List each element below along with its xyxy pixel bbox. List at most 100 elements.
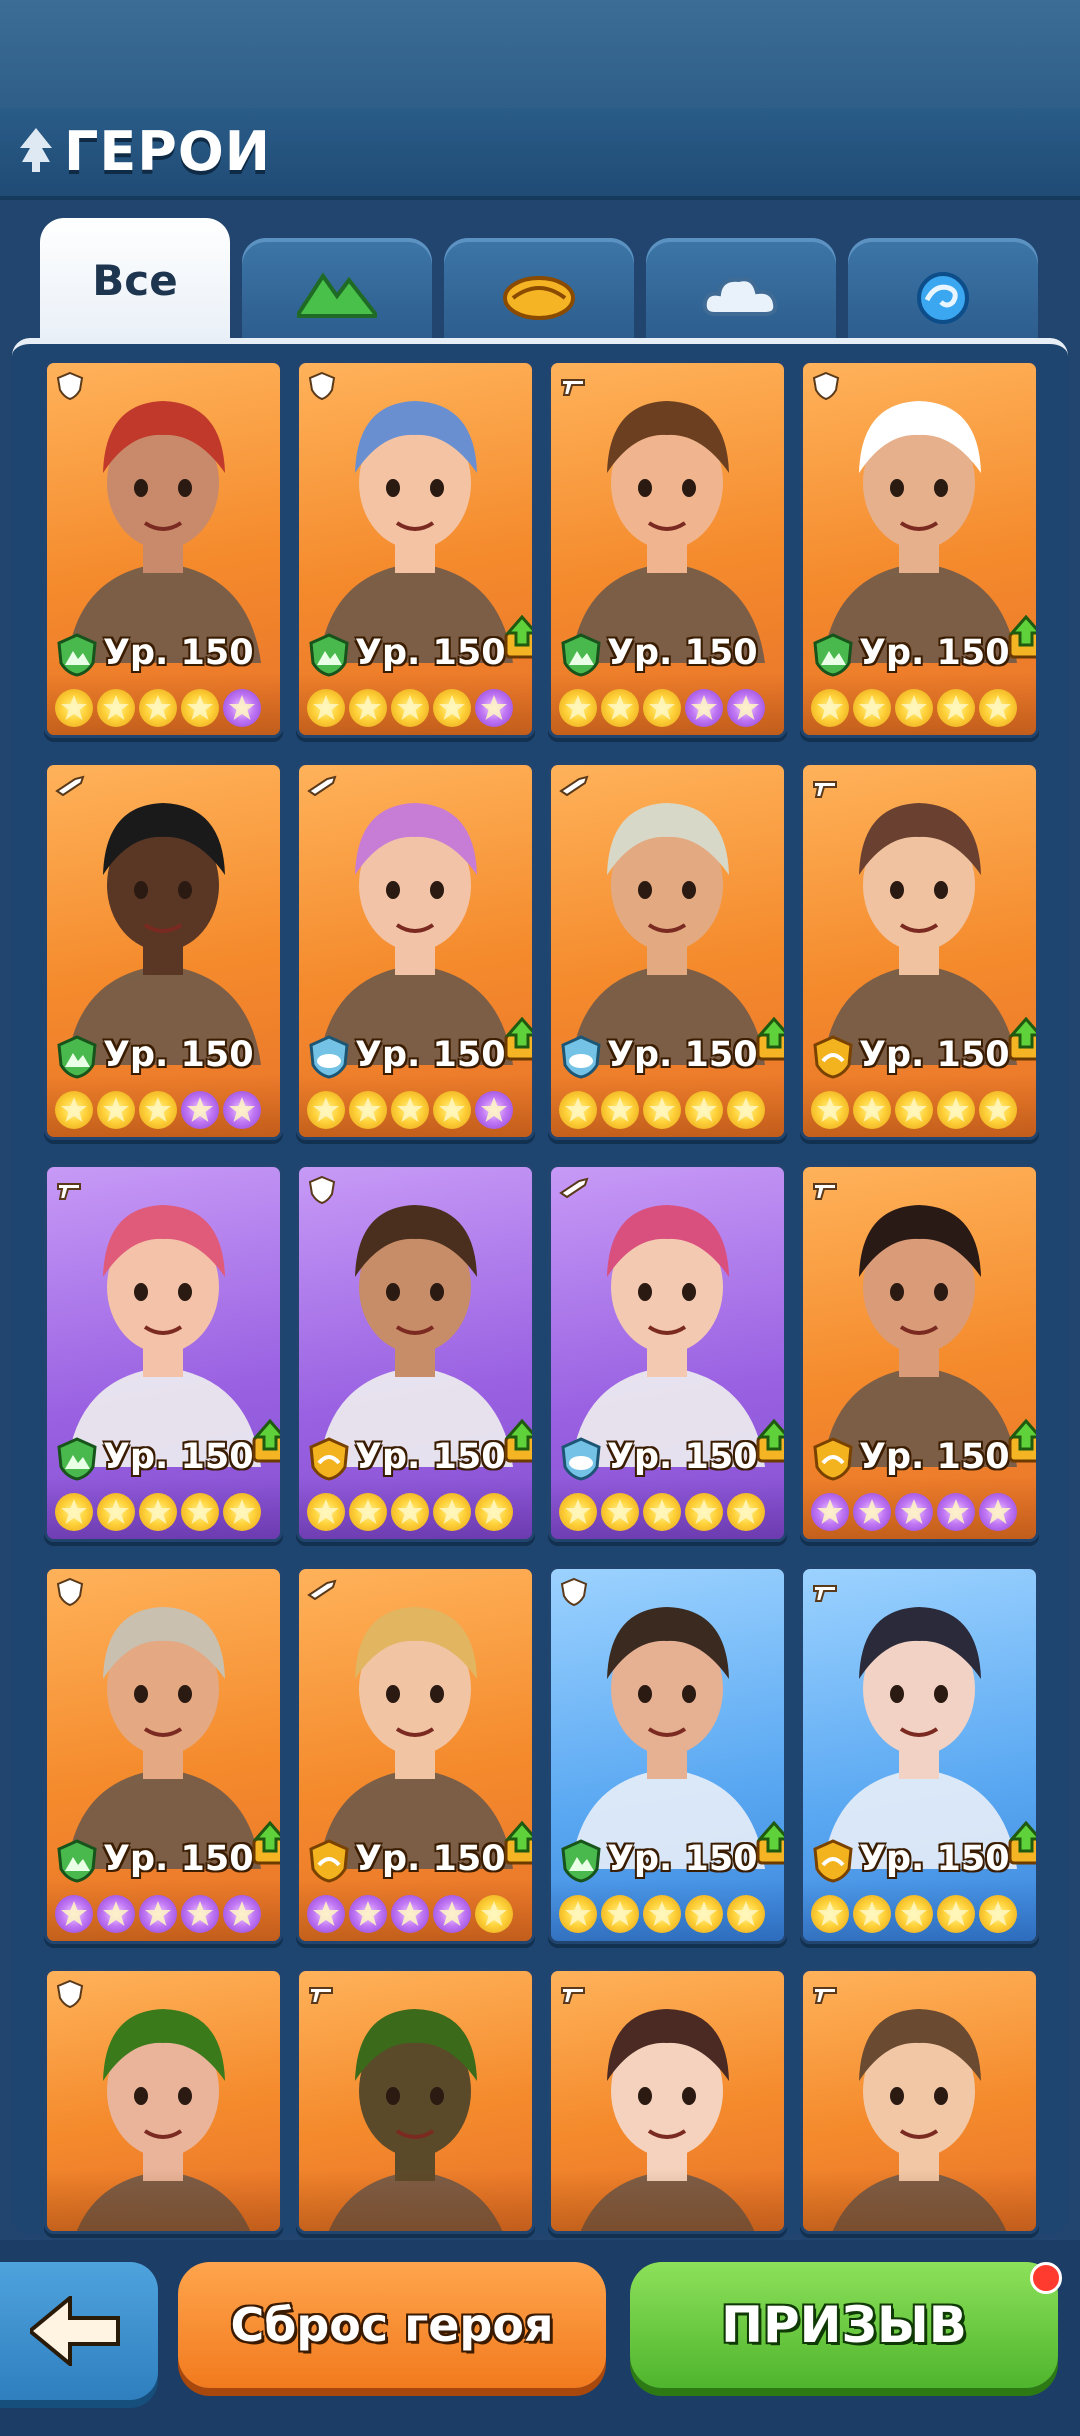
hero-card[interactable]	[548, 1968, 787, 2234]
upgrade-arrow-icon	[756, 1016, 784, 1061]
hero-card[interactable]: Ур. 150	[548, 1566, 787, 1944]
sun-faction-icon	[813, 1839, 853, 1883]
gold-star-icon	[55, 689, 93, 727]
upgrade-arrow-icon	[1008, 1820, 1036, 1865]
hero-card[interactable]: Ур. 150	[44, 762, 283, 1140]
gold-star-icon	[433, 1493, 471, 1531]
tree-icon	[20, 128, 52, 172]
hero-card[interactable]: Ур. 150	[800, 762, 1039, 1140]
hero-card[interactable]: Ур. 150	[296, 1164, 535, 1542]
card-footer-shade	[551, 2169, 784, 2231]
gold-star-icon	[727, 1493, 765, 1531]
upgrade-arrow-icon	[504, 614, 532, 659]
hero-level: Ур. 150	[103, 1437, 254, 1477]
hero-card[interactable]: Ур. 150	[800, 1566, 1039, 1944]
tab-mountain[interactable]	[242, 238, 432, 348]
hero-level: Ур. 150	[607, 1035, 758, 1075]
gold-star-icon	[559, 1091, 597, 1129]
gold-star-icon	[643, 689, 681, 727]
gold-star-icon	[895, 689, 933, 727]
arrow-left-icon	[30, 2296, 120, 2366]
upgrade-arrow-icon	[1008, 1016, 1036, 1061]
hero-card[interactable]: Ур. 150	[800, 1164, 1039, 1542]
gold-star-icon	[139, 1091, 177, 1129]
rifle-role-icon	[559, 773, 589, 803]
hero-card[interactable]	[296, 1968, 535, 2234]
purple-star-icon	[433, 1895, 471, 1933]
status-area	[0, 0, 1080, 108]
reset-hero-button[interactable]: Сброс героя	[178, 2262, 606, 2388]
purple-star-icon	[181, 1895, 219, 1933]
hero-portrait	[823, 1607, 1017, 1869]
gold-star-icon	[937, 689, 975, 727]
gold-star-icon	[727, 1895, 765, 1933]
shield-role-icon	[559, 1577, 589, 1607]
tab-cloud[interactable]	[646, 238, 836, 348]
gold-star-icon	[979, 689, 1017, 727]
card-footer-shade	[299, 2169, 532, 2231]
hero-card[interactable]: Ур. 150	[44, 1566, 283, 1944]
gun-role-icon	[559, 371, 589, 401]
purple-star-icon	[139, 1895, 177, 1933]
gold-star-icon	[601, 1091, 639, 1129]
purple-star-icon	[853, 1493, 891, 1531]
cloud-faction-icon	[309, 1035, 349, 1079]
gold-star-icon	[937, 1091, 975, 1129]
mountain-faction-icon	[57, 633, 97, 677]
hero-card[interactable]: Ур. 150	[296, 1566, 535, 1944]
hero-level: Ур. 150	[355, 1839, 506, 1879]
gun-role-icon	[811, 773, 841, 803]
hero-level: Ур. 150	[355, 1035, 506, 1075]
hero-level: Ур. 150	[103, 1839, 254, 1879]
gold-star-icon	[853, 1895, 891, 1933]
gold-star-icon	[349, 689, 387, 727]
summon-button[interactable]: ПРИЗЫВ	[630, 2262, 1058, 2388]
gold-star-icon	[97, 1493, 135, 1531]
hero-portrait	[319, 1205, 513, 1467]
hero-card[interactable]: Ур. 150	[800, 360, 1039, 738]
back-button[interactable]	[0, 2262, 158, 2400]
gold-star-icon	[811, 1091, 849, 1129]
hero-card[interactable]: Ур. 150	[548, 360, 787, 738]
upgrade-arrow-icon	[252, 1820, 280, 1865]
hero-level: Ур. 150	[859, 1839, 1010, 1879]
gun-role-icon	[811, 1979, 841, 2009]
hero-card[interactable]: Ур. 150	[548, 1164, 787, 1542]
hero-level: Ур. 150	[355, 1437, 506, 1477]
hero-level: Ур. 150	[607, 1839, 758, 1879]
sun-faction-icon	[309, 1437, 349, 1481]
hero-card[interactable]: Ур. 150	[296, 360, 535, 738]
purple-star-icon	[685, 689, 723, 727]
gold-star-icon	[685, 1091, 723, 1129]
hero-card[interactable]: Ур. 150	[44, 1164, 283, 1542]
purple-star-icon	[181, 1091, 219, 1129]
hero-level: Ур. 150	[859, 1437, 1010, 1477]
gold-star-icon	[433, 1091, 471, 1129]
hero-card[interactable]: Ур. 150	[44, 360, 283, 738]
gun-role-icon	[307, 1979, 337, 2009]
purple-star-icon	[391, 1895, 429, 1933]
gun-role-icon	[559, 1979, 589, 2009]
hero-card[interactable]: Ур. 150	[296, 762, 535, 1140]
gold-star-icon	[349, 1493, 387, 1531]
sun-faction-icon	[813, 1437, 853, 1481]
gold-star-icon	[601, 689, 639, 727]
gold-star-icon	[307, 1493, 345, 1531]
gun-role-icon	[811, 1175, 841, 1205]
upgrade-arrow-icon	[504, 1820, 532, 1865]
hero-card[interactable]	[800, 1968, 1039, 2234]
gold-star-icon	[475, 1493, 513, 1531]
gold-star-icon	[139, 689, 177, 727]
tab-all[interactable]: Все	[40, 218, 230, 348]
hero-card[interactable]: Ур. 150	[548, 762, 787, 1140]
tab-sun[interactable]	[444, 238, 634, 348]
wave-icon	[917, 272, 969, 324]
rifle-role-icon	[559, 1175, 589, 1205]
gold-star-icon	[601, 1895, 639, 1933]
mountain-faction-icon	[57, 1839, 97, 1883]
faction-tabs: Все	[40, 218, 1040, 348]
hero-portrait	[67, 1205, 261, 1467]
upgrade-arrow-icon	[504, 1418, 532, 1463]
hero-card[interactable]	[44, 1968, 283, 2234]
tab-wave[interactable]	[848, 238, 1038, 348]
